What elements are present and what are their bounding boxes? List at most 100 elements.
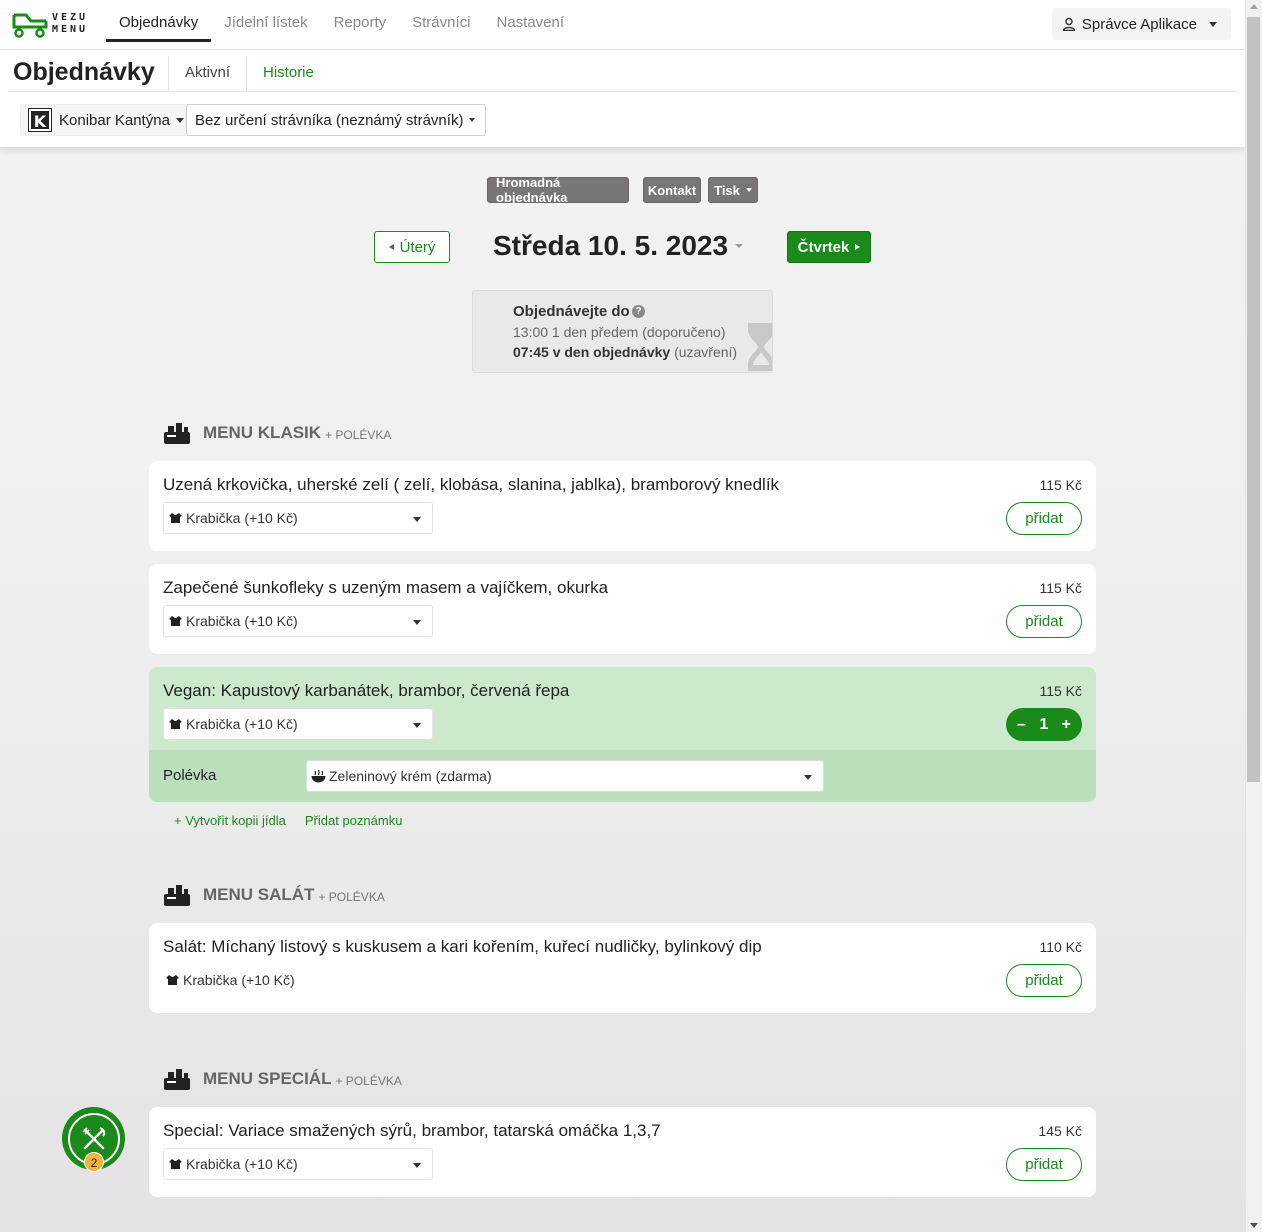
package-select[interactable]: Krabička (+10 Kč) [163,1148,433,1180]
nav-reports[interactable]: Reporty [321,0,400,42]
soup-label: Polévka [163,767,217,784]
meal-links: + Vytvořit kopii jídla Přidat poznámku [174,813,402,828]
add-button[interactable]: přidat [1006,605,1082,638]
package-label: Krabička (+10 Kč) [186,1156,298,1172]
vezu-menu-logo[interactable]: VEZU MENU [12,12,88,38]
chevron-down-icon [413,517,421,522]
top-navbar: VEZU MENU Objednávky Jídelní lístek Repo… [0,0,1245,50]
nav-diners[interactable]: Strávníci [399,0,483,42]
box-icon [169,1158,182,1169]
meal-name: Salát: Míchaný listový s kuskusem a kari… [163,937,762,956]
tab-active[interactable]: Aktivní [168,56,246,92]
diner-name: Bez určení strávníka (neznámý strávník) [195,111,464,129]
meal-card: Zapečené šunkofleky s uzeným masem a vaj… [149,564,1096,654]
print-button[interactable]: Tisk [708,177,758,203]
decrease-button[interactable]: – [1017,716,1026,734]
tab-history[interactable]: Historie [246,56,330,92]
package-label: Krabička (+10 Kč) [186,716,298,732]
quantity-stepper: – 1 + [1006,708,1082,741]
package-select[interactable]: Krabička (+10 Kč) [163,708,433,740]
increase-button[interactable]: + [1062,716,1071,734]
cart-button[interactable]: 2 [62,1107,125,1172]
package-select[interactable]: Krabička (+10 Kč) [163,605,433,637]
soup-bowl-icon [311,769,326,782]
meal-name: Zapečené šunkofleky s uzeným masem a vaj… [163,578,609,597]
next-day-button[interactable]: Čtvrtek [787,231,871,263]
logo-text: VEZU MENU [52,12,89,35]
nav-settings[interactable]: Nastavení [483,0,577,42]
food-tray-icon [164,1069,190,1090]
nav-menu-list[interactable]: Jídelní lístek [211,0,320,42]
deadline-recommended: 13:00 1 den předem (doporučeno) [513,324,726,340]
scrollbar[interactable] [1245,0,1262,1232]
food-tray-icon [164,885,190,906]
deadline-closing: 07:45 v den objednávky (uzavření) [513,344,738,360]
section-sub: + POLÉVKA [335,1073,402,1088]
box-icon [169,718,182,729]
meal-card: Salát: Míchaný listový s kuskusem a kari… [149,923,1096,1013]
meal-card: Uzená krkovička, uherské zelí ( zelí, kl… [149,461,1096,551]
arrow-right-icon [855,244,861,250]
order-deadline-box: Objednávejte do ? 13:00 1 den předem (do… [472,290,773,373]
section-header-klasik: MENU KLASIK + POLÉVKA [163,418,391,448]
main-nav: Objednávky Jídelní lístek Reporty Strávn… [106,0,577,42]
user-name: Správce Aplikace [1081,15,1197,33]
chevron-down-icon [413,620,421,625]
page-title: Objednávky [13,58,155,86]
scroll-down-icon[interactable] [1250,1223,1258,1228]
meal-price: 145 Kč [1038,1123,1082,1139]
section-name: MENU SPECIÁL [203,1069,332,1088]
package-info: Krabička (+10 Kč) [165,972,295,988]
truck-logo-icon [12,13,48,38]
box-icon [169,512,182,523]
prev-day-button[interactable]: Úterý [374,231,450,263]
arrow-left-icon [388,244,394,250]
chevron-down-icon [469,118,476,122]
add-button[interactable]: přidat [1006,502,1082,535]
section-name: MENU KLASIK [203,423,322,442]
meal-price: 110 Kč [1039,939,1082,955]
meal-card-selected: Vegan: Kapustový karbanátek, brambor, če… [149,667,1096,802]
add-button[interactable]: přidat [1006,1148,1082,1181]
section-sub: + POLÉVKA [318,889,385,904]
add-button[interactable]: přidat [1006,964,1082,997]
quantity-value: 1 [1039,715,1049,733]
next-day-label: Čtvrtek [797,238,850,256]
bulk-order-button[interactable]: Hromadná objednávka [487,175,629,205]
meal-name: Vegan: Kapustový karbanátek, brambor, če… [163,681,570,700]
hourglass-icon [748,323,772,371]
user-menu-button[interactable]: Správce Aplikace [1051,8,1231,40]
cart-count-badge: 2 [84,1152,104,1172]
section-sub: + POLÉVKA [325,427,392,442]
order-tabs: Aktivní Historie [168,56,330,92]
chevron-down-icon [1209,21,1217,27]
fork-knife-icon [81,1126,105,1149]
nav-orders[interactable]: Objednávky [106,0,212,42]
meal-price: 115 Kč [1039,683,1082,699]
meal-card: Special: Variace smažených sýrů, brambor… [149,1107,1096,1197]
scroll-up-icon[interactable] [1250,4,1258,9]
diner-select[interactable]: Bez určení strávníka (neznámý strávník) [186,104,487,136]
package-label: Krabička (+10 Kč) [186,510,298,526]
box-icon [169,615,182,626]
chevron-down-icon [413,723,421,728]
soup-row: Polévka Zeleninový krém (zdarma) [149,750,1096,802]
copy-meal-link[interactable]: + Vytvořit kopii jídla [174,813,286,828]
add-note-link[interactable]: Přidat poznámku [305,813,403,828]
contact-button[interactable]: Kontakt [643,177,701,203]
scrollbar-thumb[interactable] [1247,17,1260,782]
help-icon[interactable]: ? [632,305,645,318]
canteen-select[interactable]: K Konibar Kantýna [20,104,195,136]
chevron-down-icon[interactable] [735,244,743,248]
chevron-down-icon [745,188,752,192]
user-icon [1062,17,1076,31]
current-date[interactable]: Středa 10. 5. 2023 [493,230,728,262]
print-label: Tisk [714,182,740,198]
package-select[interactable]: Krabička (+10 Kč) [163,502,433,534]
canteen-logo: K [28,108,52,132]
canteen-name: Konibar Kantýna [59,111,170,129]
package-label: Krabička (+10 Kč) [186,613,298,629]
section-header-salat: MENU SALÁT + POLÉVKA [163,880,385,910]
soup-select[interactable]: Zeleninový krém (zdarma) [306,760,824,792]
meal-price: 115 Kč [1039,477,1082,493]
